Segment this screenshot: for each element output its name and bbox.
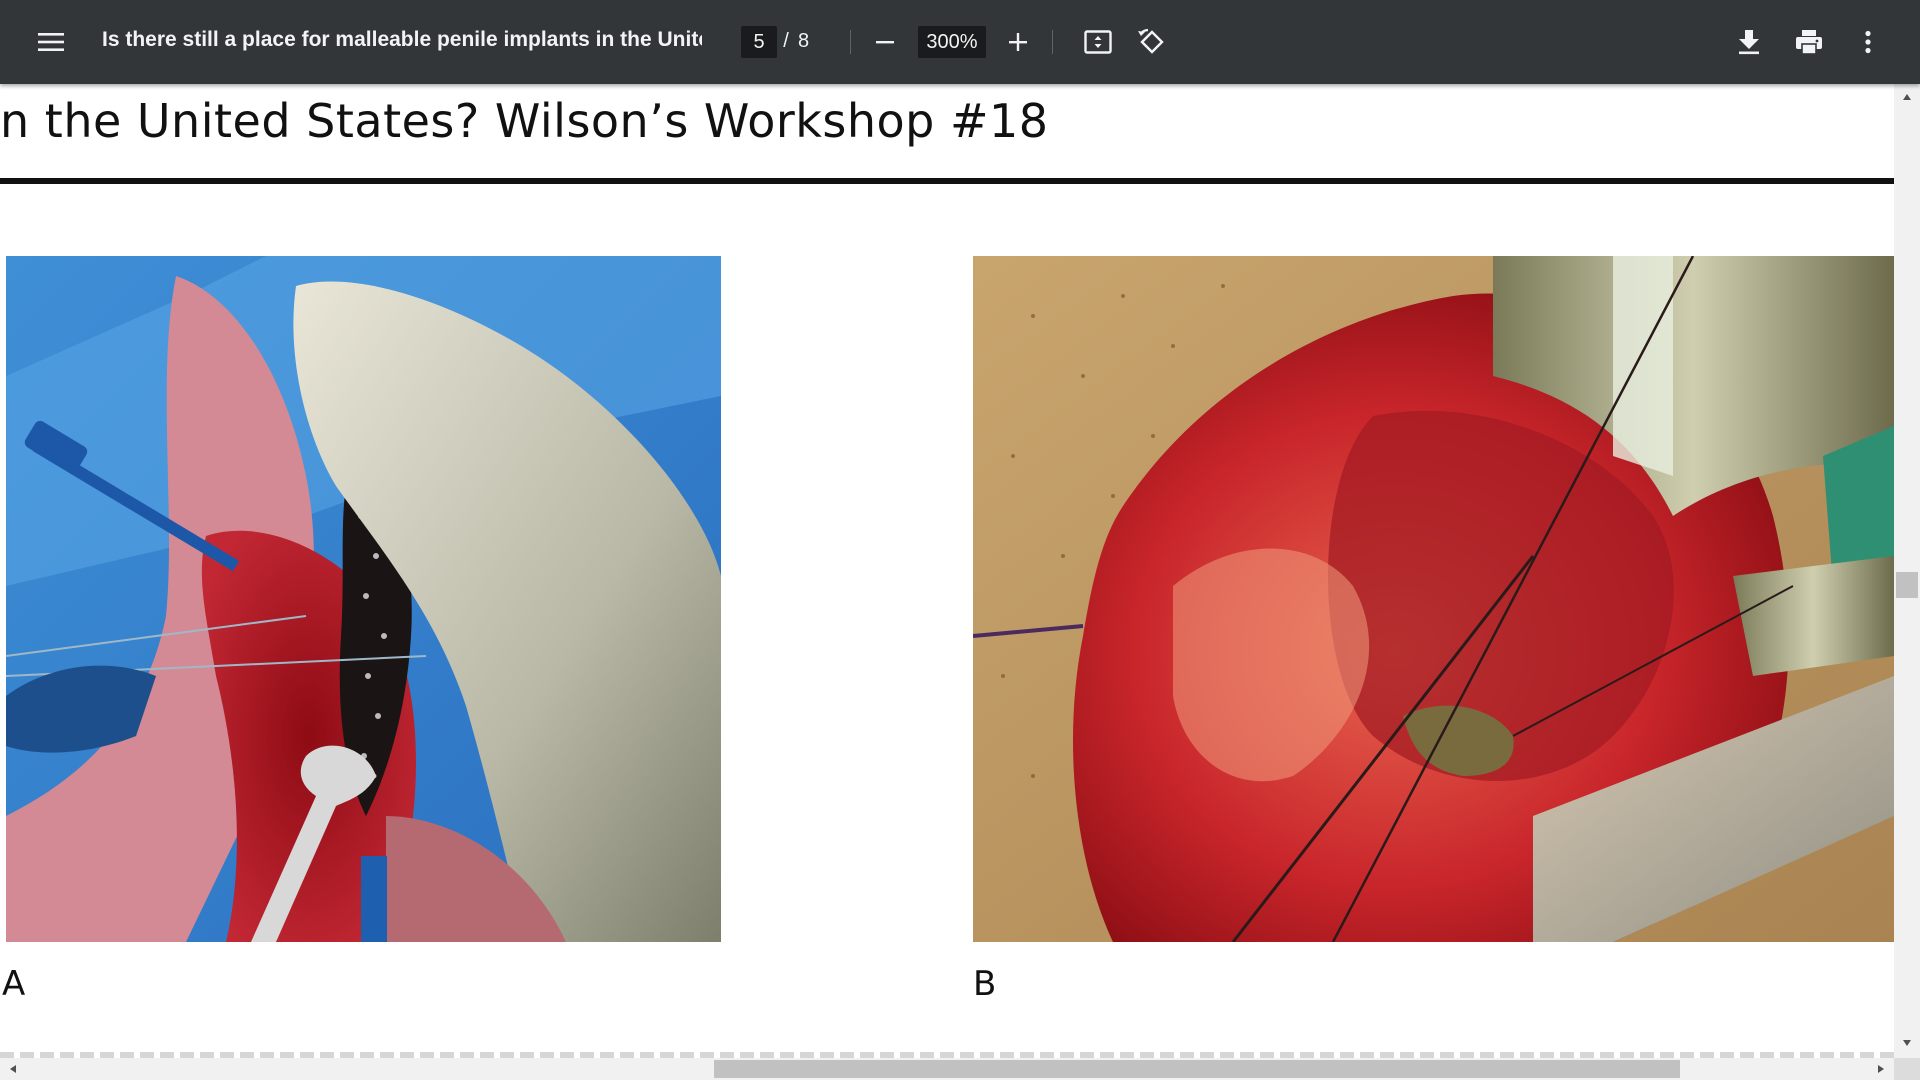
- toolbar-divider: [850, 30, 851, 54]
- page-separator: /: [783, 30, 789, 52]
- fit-to-page-icon: [1084, 30, 1112, 54]
- figure-a-label: A: [2, 964, 26, 1004]
- scroll-up-arrow-icon[interactable]: [1900, 90, 1914, 104]
- zoom-level-input[interactable]: [918, 26, 986, 58]
- print-icon: [1796, 30, 1822, 55]
- vertical-scrollbar[interactable]: [1894, 84, 1920, 1058]
- zoom-out-button[interactable]: [861, 18, 909, 66]
- menu-button[interactable]: [27, 18, 75, 66]
- toolbar-divider: [1052, 30, 1053, 54]
- scroll-right-arrow-icon[interactable]: [1874, 1062, 1888, 1076]
- zoom-in-button[interactable]: [994, 18, 1042, 66]
- download-button[interactable]: [1725, 18, 1773, 66]
- scroll-left-arrow-icon[interactable]: [6, 1062, 20, 1076]
- surgical-photo-b: [973, 256, 1894, 942]
- pdf-page-viewport[interactable]: n the United States? Wilson’s Workshop #…: [0, 84, 1920, 1080]
- plus-icon: [1009, 33, 1027, 51]
- fit-to-page-button[interactable]: [1074, 18, 1122, 66]
- heading-rule: [0, 178, 1894, 184]
- rotate-button[interactable]: [1127, 18, 1175, 66]
- page-number-input[interactable]: [741, 26, 777, 58]
- total-pages: 8: [798, 30, 810, 52]
- more-vert-icon: [1865, 30, 1871, 54]
- pdf-toolbar: Is there still a place for malleable pen…: [0, 0, 1920, 84]
- document-heading: n the United States? Wilson’s Workshop #…: [0, 94, 1049, 148]
- document-title: Is there still a place for malleable pen…: [102, 28, 702, 51]
- scrollbar-corner: [1894, 1058, 1920, 1080]
- surgical-photo-a: [6, 256, 721, 942]
- horizontal-scrollbar-thumb[interactable]: [714, 1060, 1680, 1078]
- print-button[interactable]: [1785, 18, 1833, 66]
- vertical-scrollbar-thumb[interactable]: [1896, 572, 1918, 598]
- scroll-down-arrow-icon[interactable]: [1900, 1036, 1914, 1050]
- more-options-button[interactable]: [1844, 18, 1892, 66]
- download-icon: [1739, 30, 1759, 55]
- figure-b-label: B: [973, 964, 997, 1004]
- minus-icon: [876, 41, 894, 44]
- hamburger-menu-icon: [38, 33, 64, 51]
- rotate-counterclockwise-icon: [1138, 28, 1164, 54]
